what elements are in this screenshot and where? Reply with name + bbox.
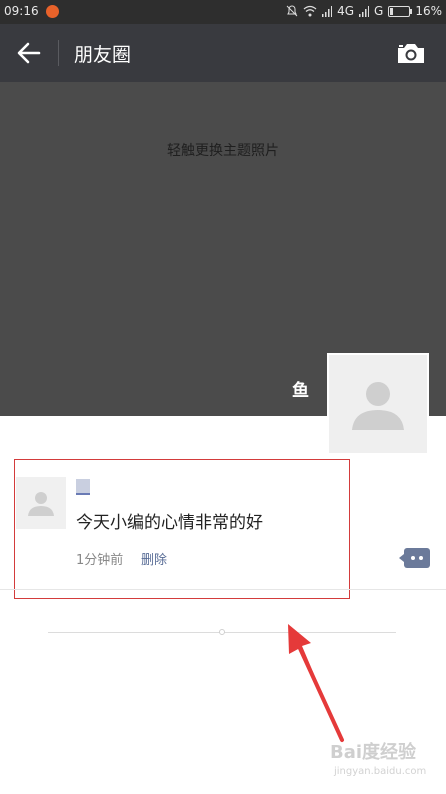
profile-username[interactable]: 鱼: [292, 376, 309, 401]
person-silhouette-icon: [352, 382, 404, 430]
status-bar: 09:16 4G G 16%: [0, 0, 446, 24]
post-separator: [0, 589, 446, 590]
cover-hint: 轻触更换主题照片: [167, 143, 279, 159]
back-button[interactable]: [14, 38, 44, 68]
post-time: 1分钟前: [76, 553, 124, 568]
camera-button[interactable]: [394, 38, 428, 68]
title-divider: [58, 40, 59, 66]
signal-icon: [322, 5, 333, 17]
status-time: 09:16: [4, 4, 39, 18]
status-icons: 4G G 16%: [286, 4, 442, 18]
post-author-name[interactable]: [76, 479, 90, 495]
watermark-logo: Bai度经验: [330, 742, 417, 763]
feed-end-dot: [219, 629, 225, 635]
post-avatar[interactable]: [16, 477, 66, 529]
notification-app-icon: [46, 5, 59, 18]
comment-more-icon[interactable]: [399, 548, 430, 568]
title-bar: 朋友圈: [0, 24, 446, 82]
battery-percent: 16%: [415, 4, 442, 18]
person-silhouette-icon: [28, 492, 54, 516]
battery-icon: [388, 5, 413, 17]
post-text: 今天小编的心情非常的好: [76, 513, 263, 533]
camera-icon: [398, 44, 424, 63]
watermark-url: jingyan.baidu.com: [334, 766, 427, 777]
delete-post-link[interactable]: 删除: [141, 549, 167, 568]
page-title: 朋友圈: [74, 44, 132, 66]
mute-bell-icon: [286, 5, 298, 17]
network-type: 4G: [337, 4, 355, 18]
carrier-signal-type: G: [374, 4, 384, 18]
wifi-icon: [303, 5, 317, 17]
profile-avatar[interactable]: [327, 353, 429, 455]
signal-icon: [359, 5, 370, 17]
arrow-left-icon: [17, 42, 41, 64]
